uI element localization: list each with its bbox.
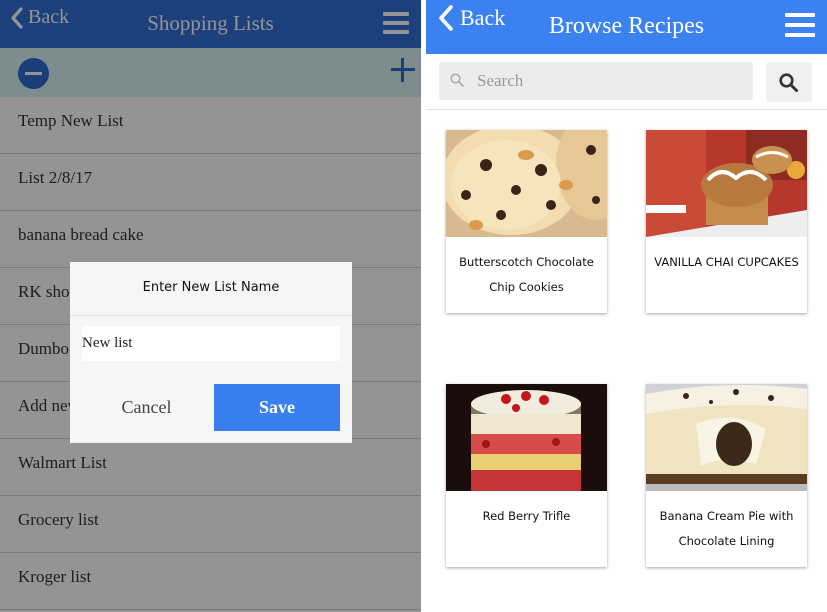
hamburger-menu-icon[interactable] xyxy=(785,13,815,39)
recipe-name: Banana Cream Pie with Chocolate Lining xyxy=(659,509,794,548)
recipe-photo-banana-cream-pie xyxy=(646,384,807,491)
browse-recipes-screen: Back Browse Recipes Search Butterscotch … xyxy=(426,0,827,612)
cancel-button[interactable]: Cancel xyxy=(82,384,211,431)
recipe-photo-cookies xyxy=(446,130,607,237)
recipe-card[interactable]: VANILLA CHAI CUPCAKES xyxy=(646,130,807,313)
search-icon xyxy=(450,73,464,87)
recipe-card[interactable]: Butterscotch Chocolate Chip Cookies xyxy=(446,130,607,313)
dialog-title: Enter New List Name xyxy=(142,280,280,295)
recipe-photo-trifle xyxy=(446,384,607,491)
search-icon xyxy=(779,73,798,92)
shopping-lists-screen: Back Shopping Lists Temp New List List 2… xyxy=(0,0,421,612)
recipe-card[interactable]: Banana Cream Pie with Chocolate Lining xyxy=(646,384,807,567)
page-title: Browse Recipes xyxy=(548,13,705,39)
list-name-input[interactable] xyxy=(82,326,340,361)
recipes-header: Back Browse Recipes xyxy=(426,0,827,54)
recipe-name: VANILLA CHAI CUPCAKES xyxy=(654,255,799,269)
search-input[interactable] xyxy=(477,68,737,94)
new-list-dialog: Enter New List Name Cancel Save xyxy=(70,262,352,443)
recipe-photo-cupcakes xyxy=(646,130,807,237)
recipe-card[interactable]: Red Berry Trifle xyxy=(446,384,607,567)
recipe-name: Butterscotch Chocolate Chip Cookies xyxy=(459,255,594,294)
recipe-name: Red Berry Trifle xyxy=(482,509,571,523)
save-button[interactable]: Save xyxy=(214,384,340,431)
search-bar xyxy=(426,54,827,110)
dialog-divider xyxy=(70,315,352,316)
search-button[interactable] xyxy=(766,62,812,102)
search-field xyxy=(439,62,753,100)
